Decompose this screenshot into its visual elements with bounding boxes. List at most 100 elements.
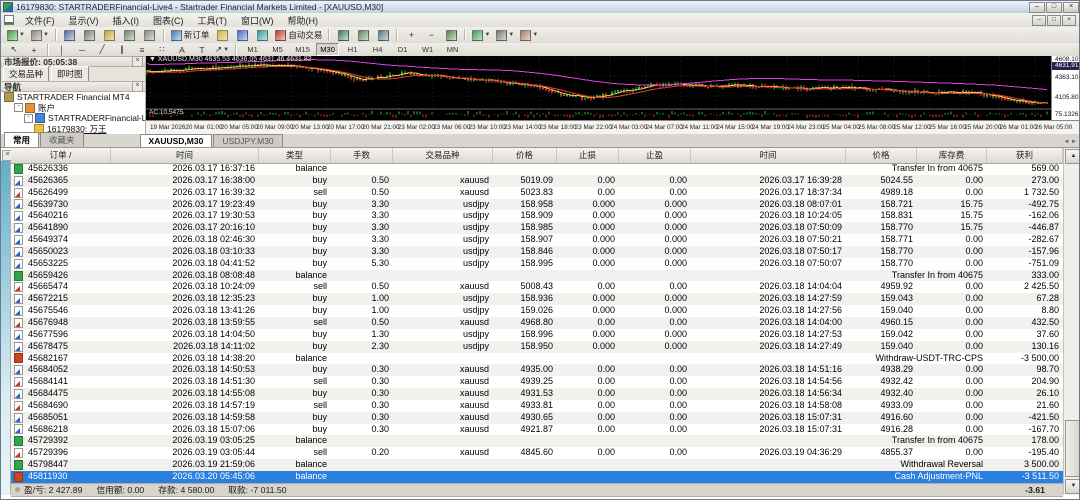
navigator-item-0[interactable]: STARTRADER Financial MT4 [1, 92, 145, 103]
column-header-10[interactable]: 库存费 [917, 148, 987, 163]
history-row[interactable]: 45684141 2026.03.18 14:51:30 sell 0.30 xau… [11, 376, 1063, 388]
history-row[interactable]: 45729392 2026.03.19 03:05:25 balance Tran… [11, 435, 1063, 448]
zoom-out-button[interactable]: − [422, 28, 440, 42]
timeframe-w1-button[interactable]: W1 [416, 43, 439, 56]
zoom-in-button[interactable]: + [402, 28, 420, 42]
history-row[interactable]: 45665474 2026.03.18 10:24:09 sell 0.50 xau… [11, 281, 1063, 293]
navigator-item-1[interactable]: - 账户 [1, 102, 145, 114]
profiles-button[interactable]: ▼ [29, 28, 51, 42]
history-row[interactable]: 45639730 2026.03.17 19:23:49 buy 3.30 usdj… [11, 198, 1063, 211]
channel-tool[interactable]: ∥ [113, 43, 131, 57]
grid-tool[interactable]: ∷ [153, 43, 171, 57]
history-scrollbar[interactable]: ▲ ▼ [1063, 148, 1079, 495]
market-watch-toggle[interactable] [61, 28, 79, 42]
column-header-6[interactable]: 止损 [557, 148, 619, 163]
history-row[interactable]: 45677596 2026.03.18 14:04:50 buy 1.30 usdj… [11, 329, 1063, 341]
bar-chart-button[interactable] [334, 28, 352, 42]
tree-expander-icon[interactable]: - [14, 103, 23, 113]
column-header-1[interactable]: 时间 [111, 148, 259, 163]
trendline-tool[interactable]: ╱ [93, 43, 111, 57]
navigator-header[interactable]: 导航 × [1, 81, 146, 92]
column-header-11[interactable]: 获利 [987, 148, 1063, 163]
chart-window-icon[interactable] [4, 15, 14, 25]
chart-tab-xauusd[interactable]: XAUUSD,M30 [139, 134, 213, 147]
history-row[interactable]: 45684052 2026.03.18 14:50:53 buy 0.30 xauu… [11, 364, 1063, 377]
strategy-tester-toggle[interactable] [141, 28, 159, 42]
history-row[interactable]: 45676948 2026.03.18 13:59:55 sell 0.50 xau… [11, 316, 1063, 329]
data-window-toggle[interactable] [81, 28, 99, 42]
templates-button[interactable]: ▼ [518, 28, 540, 42]
column-header-8[interactable]: 时间 [691, 148, 846, 163]
column-header-3[interactable]: 手数 [331, 148, 393, 163]
timeframe-m15-button[interactable]: M15 [291, 43, 314, 56]
chart-tab-usdjpy[interactable]: USDJPY,M30 [213, 134, 283, 147]
history-row[interactable]: 45649374 2026.03.18 02:46:30 buy 3.30 usdj… [11, 234, 1063, 246]
history-row[interactable]: 45798447 2026.03.19 21:59:06 balance With… [11, 459, 1063, 471]
history-row[interactable]: 45684475 2026.03.18 14:55:08 buy 0.30 xauu… [11, 388, 1063, 400]
column-header-4[interactable]: 交易品种 [393, 148, 493, 163]
history-row[interactable]: 45811930 2026.03.20 05:45:06 balance Cash… [11, 470, 1063, 483]
history-row[interactable]: 45675546 2026.03.18 13:41:26 buy 1.00 usdj… [11, 305, 1063, 317]
timeframe-m5-button[interactable]: M5 [266, 43, 289, 56]
timeframe-h4-button[interactable]: H4 [366, 43, 389, 56]
fibonacci-tool[interactable]: ≡ [133, 43, 151, 57]
column-header-5[interactable]: 价格 [493, 148, 557, 163]
mdi-minimize-icon[interactable]: – [1032, 15, 1046, 26]
terminal-toggle[interactable] [121, 28, 139, 42]
navigator-tab-0[interactable]: 常用 [4, 132, 40, 147]
timeframe-mn-button[interactable]: MN [441, 43, 464, 56]
chart-tab-scroll-icons[interactable]: ◄ ► [1063, 139, 1077, 145]
column-header-9[interactable]: 价格 [846, 148, 917, 163]
menu-item-0[interactable]: 文件(F) [18, 13, 62, 28]
scroll-thumb[interactable] [1065, 420, 1079, 477]
tile-windows-button[interactable] [442, 28, 460, 42]
cursor-tool[interactable]: ↖ [5, 43, 23, 57]
close-icon[interactable]: × [1063, 2, 1079, 13]
community-button[interactable] [253, 28, 271, 42]
mdi-close-icon[interactable]: × [1062, 15, 1076, 26]
metaeditor-button[interactable] [213, 28, 231, 42]
scroll-down-icon[interactable]: ▼ [1065, 479, 1079, 494]
experts-button[interactable] [233, 28, 251, 42]
history-row[interactable]: 45650023 2026.03.18 03:10:33 buy 3.30 usdj… [11, 245, 1063, 258]
autotrading-button[interactable]: 自动交易 [273, 28, 324, 42]
menu-item-4[interactable]: 工具(T) [191, 13, 235, 28]
indicators-button[interactable]: ▼ [470, 28, 492, 42]
history-row[interactable]: 45626365 2026.03.17 16:38:00 buy 0.50 xauu… [11, 174, 1063, 187]
new-chart-button[interactable]: ▼ [5, 28, 27, 42]
tree-expander-icon[interactable]: - [24, 113, 33, 123]
candlestick-button[interactable] [354, 28, 372, 42]
history-row[interactable]: 45653225 2026.03.18 04:41:52 buy 5.30 usdj… [11, 258, 1063, 270]
scroll-up-icon[interactable]: ▲ [1065, 149, 1079, 164]
history-row[interactable]: 45626499 2026.03.17 16:39:32 sell 0.50 xau… [11, 187, 1063, 199]
market-watch-close-icon[interactable]: × [132, 56, 143, 67]
history-row[interactable]: 45729396 2026.03.19 03:05:44 sell 0.20 xau… [11, 447, 1063, 459]
column-header-7[interactable]: 止盈 [619, 148, 691, 163]
history-row[interactable]: 45682167 2026.03.18 14:38:20 balance With… [11, 353, 1063, 365]
history-column-headers[interactable]: 订单 / 时间 类型 手数 交易品种 价格 止损 止盈 时间 价格 库存费 获利 [11, 148, 1063, 164]
history-row[interactable]: 45626336 2026.03.17 16:37:16 balance Tran… [11, 163, 1063, 175]
navigator-close-icon[interactable]: × [132, 81, 143, 92]
menu-item-1[interactable]: 显示(V) [62, 13, 106, 28]
navigator-toggle[interactable] [101, 28, 119, 42]
mdi-restore-icon[interactable]: □ [1047, 15, 1061, 26]
crosshair-tool[interactable]: + [25, 43, 43, 57]
history-row[interactable]: 45640216 2026.03.17 19:30:53 buy 3.30 usdj… [11, 210, 1063, 222]
timeframe-h1-button[interactable]: H1 [341, 43, 364, 56]
column-header-0[interactable]: 订单 / [11, 148, 111, 163]
history-row[interactable]: 45659426 2026.03.18 08:08:48 balance Tran… [11, 269, 1063, 282]
navigator-tab-1[interactable]: 收藏夹 [40, 132, 84, 147]
history-row[interactable]: 45686218 2026.03.18 15:07:06 buy 0.30 xauu… [11, 424, 1063, 436]
vertical-line-tool[interactable]: │ [53, 43, 71, 57]
history-row[interactable]: 45678475 2026.03.18 14:11:02 buy 2.30 usdj… [11, 340, 1063, 353]
new-order-button[interactable]: 新订单 [169, 28, 212, 42]
horizontal-line-tool[interactable]: ─ [73, 43, 91, 57]
text-tool[interactable]: A [173, 43, 191, 57]
menu-item-2[interactable]: 插入(I) [106, 13, 147, 28]
maximize-icon[interactable]: □ [1046, 2, 1062, 13]
line-chart-button[interactable] [374, 28, 392, 42]
history-row[interactable]: 45685051 2026.03.18 14:59:58 buy 0.30 xauu… [11, 411, 1063, 424]
minimize-icon[interactable]: – [1029, 2, 1045, 13]
timeframe-m30-button[interactable]: M30 [316, 43, 340, 56]
column-header-2[interactable]: 类型 [259, 148, 331, 163]
